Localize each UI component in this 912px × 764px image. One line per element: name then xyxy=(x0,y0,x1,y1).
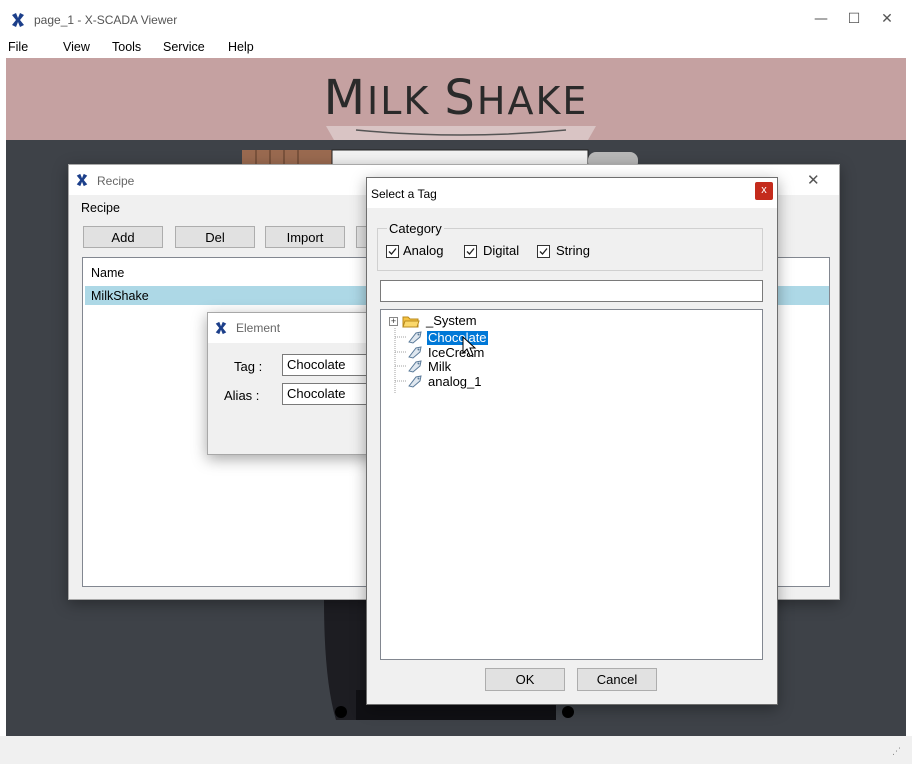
cup-rim-graphic xyxy=(326,126,596,140)
check-icon xyxy=(388,248,397,255)
tag-icon xyxy=(408,346,422,359)
banner: MILK SHAKE xyxy=(6,58,906,140)
menu-file[interactable]: File xyxy=(8,40,28,54)
menu-tools[interactable]: Tools xyxy=(112,40,141,54)
maximize-button[interactable]: ☐ xyxy=(843,8,865,30)
tag-icon xyxy=(408,331,422,344)
folder-icon xyxy=(402,316,420,328)
menu-service[interactable]: Service xyxy=(163,40,205,54)
string-checkbox[interactable] xyxy=(537,245,550,258)
add-button[interactable]: Add xyxy=(83,226,163,248)
alias-field[interactable]: Chocolate xyxy=(282,383,378,405)
tag-icon xyxy=(408,375,422,388)
check-icon xyxy=(539,248,548,255)
app-icon xyxy=(76,173,88,187)
select-tag-title: Select a Tag xyxy=(371,187,437,201)
digital-checkbox-label: Digital xyxy=(483,243,520,258)
menu-help[interactable]: Help xyxy=(228,40,254,54)
tag-label: Tag : xyxy=(234,359,263,374)
app-icon xyxy=(12,13,24,27)
del-button[interactable]: Del xyxy=(175,226,255,248)
check-icon xyxy=(466,248,475,255)
tag-icon xyxy=(408,360,422,373)
banner-title: MILK SHAKE xyxy=(323,70,589,126)
tag-tree[interactable]: + _System Chocolate IceCream Milk analog… xyxy=(380,309,763,660)
analog-checkbox[interactable] xyxy=(386,245,399,258)
cancel-button[interactable]: Cancel xyxy=(577,668,657,691)
tag-field[interactable]: Chocolate xyxy=(282,354,378,376)
tree-tag-milk[interactable]: Milk xyxy=(427,360,452,374)
recipe-name-cell: MilkShake xyxy=(91,289,149,303)
element-window-title: Element xyxy=(236,321,281,335)
menu-view[interactable]: View xyxy=(63,40,90,54)
tree-tag-analog-1[interactable]: analog_1 xyxy=(427,375,483,389)
resize-grip-icon[interactable]: ⋰ xyxy=(892,746,901,757)
category-label: Category xyxy=(387,221,444,236)
digital-checkbox[interactable] xyxy=(464,245,477,258)
window-title-bar: page_1 - X-SCADA Viewer — ☐ ✕ xyxy=(0,0,912,38)
minimize-button[interactable]: — xyxy=(810,8,832,30)
mouse-cursor-icon xyxy=(462,336,477,357)
close-button[interactable]: ✕ xyxy=(807,171,820,189)
ok-button[interactable]: OK xyxy=(485,668,565,691)
tree-folder-system[interactable]: _System xyxy=(425,314,478,328)
list-header-name: Name xyxy=(91,266,125,280)
close-button[interactable]: ✕ xyxy=(876,8,898,30)
window-title: page_1 - X-SCADA Viewer xyxy=(34,13,178,27)
tree-tag-chocolate[interactable]: Chocolate xyxy=(427,331,488,345)
recipe-group-label: Recipe xyxy=(81,201,120,215)
select-tag-title-bar: Select a Tag x xyxy=(367,178,777,208)
element-title-bar: Element xyxy=(208,313,376,343)
alias-label: Alias : xyxy=(224,388,260,403)
recipe-window-title: Recipe xyxy=(97,174,135,188)
import-button[interactable]: Import xyxy=(265,226,345,248)
app-icon xyxy=(215,321,227,335)
tag-search-input[interactable] xyxy=(380,280,763,302)
element-window: Element Tag : Chocolate Alias : Chocolat… xyxy=(207,312,378,455)
expand-toggle-icon[interactable]: + xyxy=(389,317,398,326)
select-tag-dialog: Select a Tag x Category Analog Digital S… xyxy=(366,177,778,705)
menu-bar: File View Tools Service Help xyxy=(0,38,912,58)
dialog-close-button[interactable]: x xyxy=(755,182,773,200)
analog-checkbox-label: Analog xyxy=(403,243,444,258)
status-bar: ⋰ xyxy=(0,736,912,764)
string-checkbox-label: String xyxy=(556,243,590,258)
